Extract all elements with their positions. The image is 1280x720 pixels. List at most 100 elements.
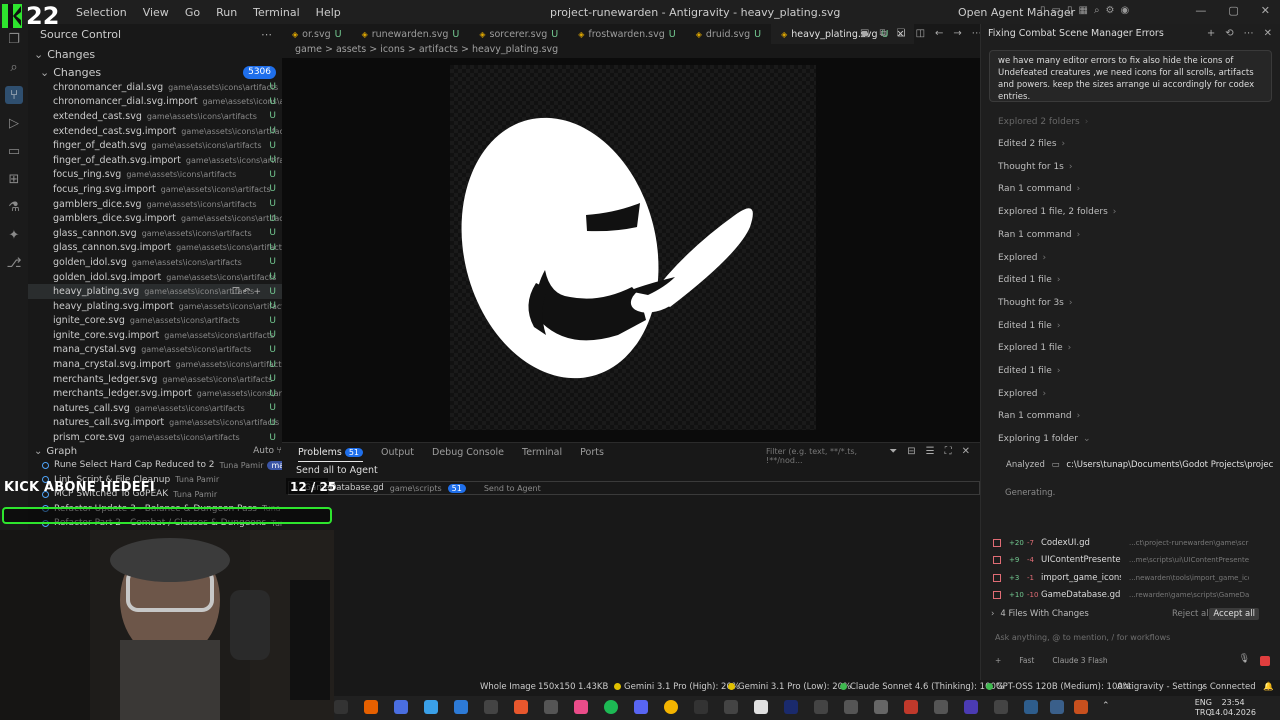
discord-icon[interactable]: [634, 700, 648, 714]
scm-file-row[interactable]: focus_ring.svg game\assets\icons\artifact…: [28, 168, 282, 183]
agent-step[interactable]: Explored 1 file, 2 folders ›: [998, 207, 1116, 217]
app-icon[interactable]: [514, 700, 528, 714]
agent-step[interactable]: Thought for 3s ›: [998, 298, 1072, 308]
microphone-icon[interactable]: 🎙: [1239, 654, 1250, 664]
agent-step[interactable]: Thought for 1s ›: [998, 162, 1072, 172]
chevron-right-icon[interactable]: ›: [991, 609, 994, 619]
quota-gemini-low[interactable]: Gemini 3.1 Pro (Low): 20%: [728, 682, 851, 692]
app-icon[interactable]: [1024, 700, 1038, 714]
editor-tab[interactable]: ◈ sorcerer.svg U: [469, 24, 568, 44]
agent-step[interactable]: Explored ›: [998, 389, 1046, 399]
run-debug-icon[interactable]: ▷: [5, 114, 23, 132]
firefox-icon[interactable]: [364, 700, 378, 714]
photoshop-icon[interactable]: [784, 700, 798, 714]
forward-icon[interactable]: →: [953, 28, 961, 39]
app-icon[interactable]: [934, 700, 948, 714]
scm-file-row[interactable]: natures_call.svg.import game\assets\icons…: [28, 416, 282, 431]
menu-help[interactable]: Help: [310, 4, 347, 21]
scm-file-row[interactable]: heavy_plating.svg.import game\assets\icon…: [28, 299, 282, 314]
scm-file-row[interactable]: prism_core.svg game\assets\icons\artifact…: [28, 430, 282, 445]
model-selector[interactable]: Claude 3 Flash: [1052, 656, 1107, 665]
mode-selector[interactable]: Fast: [1019, 656, 1034, 665]
quota-gpt-oss[interactable]: GPT-OSS 120B (Medium): 100%: [986, 682, 1131, 692]
settings-link[interactable]: Antigravity - Settings: [1117, 682, 1207, 692]
scm-file-row[interactable]: chronomancer_dial.svg game\assets\icons\a…: [28, 80, 282, 95]
changed-file-row[interactable]: +3 -1 import_game_icons.js ...newarden\tool…: [991, 569, 1273, 587]
scm-file-row[interactable]: natures_call.svg game\assets\icons\artifa…: [28, 401, 282, 416]
minimize-icon[interactable]: —: [1195, 4, 1206, 17]
agent-step[interactable]: Edited 1 file ›: [998, 321, 1060, 331]
send-to-agent-link[interactable]: Send to Agent: [484, 484, 541, 493]
agent-step[interactable]: Explored 2 folders ›: [998, 117, 1088, 127]
layout-panel-icon[interactable]: ▭: [1052, 5, 1061, 16]
menu-go[interactable]: Go: [179, 4, 206, 21]
close-panel-icon[interactable]: ✕: [962, 446, 970, 457]
terminal-icon[interactable]: [694, 700, 708, 714]
agent-step[interactable]: Explored ›: [998, 253, 1046, 263]
account-icon[interactable]: ◉: [1121, 5, 1130, 16]
scm-file-row[interactable]: finger_of_death.svg game\assets\icons\art…: [28, 138, 282, 153]
preview-icon[interactable]: ▣: [860, 28, 869, 39]
menu-run[interactable]: Run: [210, 4, 243, 21]
editor-tab[interactable]: ◈ runewarden.svg U: [352, 24, 470, 44]
search-icon[interactable]: ⌕: [1094, 5, 1100, 16]
agent-step[interactable]: Ran 1 command ›: [998, 230, 1080, 240]
split-editor-icon[interactable]: ◫: [916, 28, 925, 39]
back-icon[interactable]: ←: [935, 28, 943, 39]
figma-icon[interactable]: [574, 700, 588, 714]
remote-icon[interactable]: ▭: [5, 142, 23, 160]
graph-mode[interactable]: Auto: [253, 446, 274, 456]
antigravity-icon[interactable]: [1050, 700, 1064, 714]
menu-view[interactable]: View: [137, 4, 175, 21]
chrome-icon[interactable]: [664, 700, 678, 714]
scm-file-row[interactable]: extended_cast.svg game\assets\icons\artif…: [28, 109, 282, 124]
app-icon[interactable]: [814, 700, 828, 714]
menu-terminal[interactable]: Terminal: [247, 4, 306, 21]
maximize-icon[interactable]: ▢: [1228, 4, 1238, 17]
explorer-icon[interactable]: ❐: [5, 30, 23, 48]
new-chat-icon[interactable]: +: [1207, 28, 1215, 39]
changes-group-header[interactable]: ⌄ Changes 5306: [28, 64, 282, 80]
agent-icon[interactable]: ✦: [5, 226, 23, 244]
source-control-icon[interactable]: ⑂: [5, 86, 23, 104]
breadcrumb[interactable]: game > assets > icons > artifacts > heav…: [282, 44, 980, 58]
open-changes-icon[interactable]: ⧉: [879, 28, 886, 39]
maximize-panel-icon[interactable]: ⛶: [945, 446, 952, 457]
scm-file-row[interactable]: merchants_ledger.svg game\assets\icons\ar…: [28, 372, 282, 387]
copy-icon[interactable]: ❏: [897, 28, 906, 39]
agent-step[interactable]: Ran 1 command ›: [998, 184, 1080, 194]
scm-file-row[interactable]: golden_idol.svg.import game\assets\icons\…: [28, 270, 282, 285]
history-icon[interactable]: ⟲: [1225, 28, 1233, 39]
scm-file-row[interactable]: golden_idol.svg game\assets\icons\artifac…: [28, 255, 282, 270]
clock-app-icon[interactable]: [334, 700, 348, 714]
send-all-to-agent-button[interactable]: Send all to Agent: [296, 465, 378, 476]
changed-file-row[interactable]: +20 -7 CodexUI.gd ...ct\project-runewarden\…: [991, 534, 1273, 552]
stop-generation-button[interactable]: [1260, 656, 1270, 666]
accept-all-button[interactable]: Accept all: [1209, 608, 1259, 620]
testing-icon[interactable]: ⚗: [5, 198, 23, 216]
analyzed-row[interactable]: Analyzed ▭ c:\Users\tunap\Documents\Godo…: [1006, 460, 1273, 470]
spotify-icon[interactable]: [604, 700, 618, 714]
vscode-icon[interactable]: [454, 700, 468, 714]
close-icon[interactable]: ✕: [1264, 28, 1272, 39]
scm-file-row[interactable]: glass_cannon.svg.import game\assets\icons…: [28, 241, 282, 256]
image-zoom-mode[interactable]: Whole Image: [480, 682, 536, 692]
editor-tab[interactable]: ◈ druid.svg U: [686, 24, 771, 44]
scm-file-row[interactable]: chronomancer_dial.svg.import game\assets\…: [28, 95, 282, 110]
scm-file-row[interactable]: focus_ring.svg.import game\assets\icons\a…: [28, 182, 282, 197]
app-icon[interactable]: [844, 700, 858, 714]
layout-secondary-icon[interactable]: ▯: [1067, 5, 1073, 16]
app-icon[interactable]: [874, 700, 888, 714]
add-context-icon[interactable]: +: [995, 656, 1001, 665]
collapse-all-icon[interactable]: ⊟: [907, 446, 915, 457]
problem-file-row[interactable]: › GameDatabase.gd game\scripts 51 Send t…: [288, 481, 980, 495]
agent-step[interactable]: Edited 1 file ›: [998, 366, 1060, 376]
scm-file-row[interactable]: mana_crystal.svg.import game\assets\icons…: [28, 357, 282, 372]
reject-all-button[interactable]: Reject all: [1172, 609, 1211, 619]
file-actions[interactable]: ❐↶+: [232, 287, 264, 297]
close-icon[interactable]: ✕: [1261, 4, 1270, 17]
tab-output[interactable]: Output: [381, 447, 414, 462]
app-icon[interactable]: [724, 700, 738, 714]
files-with-changes-label[interactable]: 4 Files With Changes: [1000, 609, 1088, 619]
app-icon[interactable]: [1074, 700, 1088, 714]
